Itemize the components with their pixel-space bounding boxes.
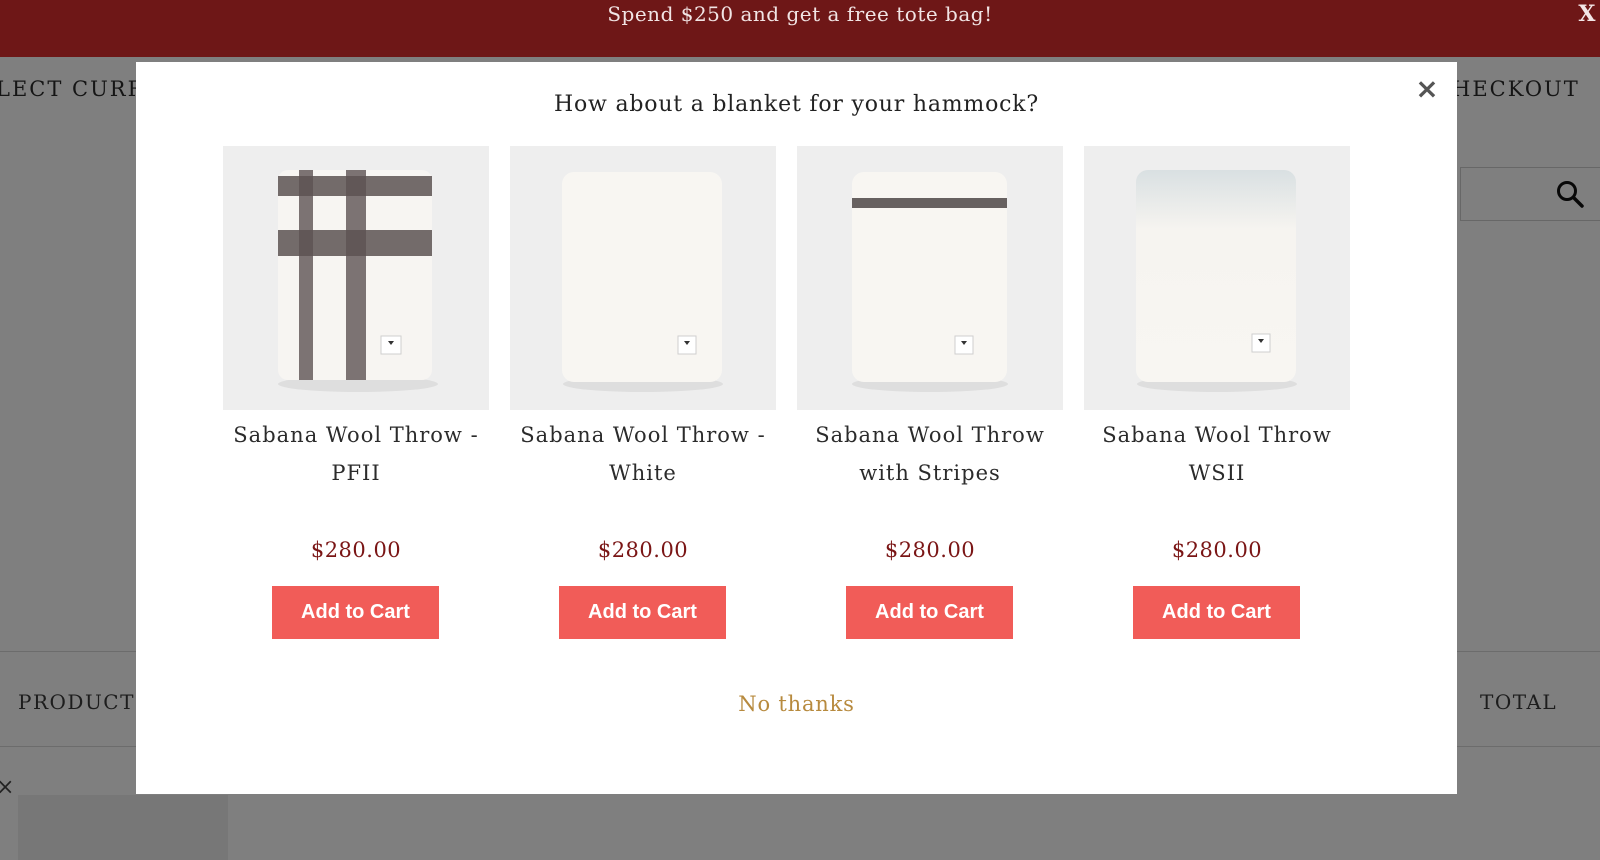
product-card: Sabana Wool Throw - PFII $280.00 Add to … bbox=[223, 146, 489, 646]
add-to-cart-button[interactable]: Add to Cart bbox=[559, 586, 726, 639]
plaid-blanket-icon bbox=[223, 146, 489, 410]
modal-title: How about a blanket for your hammock? bbox=[554, 92, 1039, 117]
product-price: $280.00 bbox=[310, 538, 402, 562]
product-image[interactable] bbox=[797, 146, 1063, 410]
product-name[interactable]: Sabana Wool Throw - White bbox=[500, 416, 786, 492]
add-to-cart-button[interactable]: Add to Cart bbox=[846, 586, 1013, 639]
announcement-bar: Spend $250 and get a free tote bag! X bbox=[0, 0, 1600, 57]
ombre-blanket-icon bbox=[1084, 146, 1350, 410]
product-list: Sabana Wool Throw - PFII $280.00 Add to … bbox=[136, 146, 1457, 646]
product-price: $280.00 bbox=[597, 538, 689, 562]
product-card: Sabana Wool Throw WSII $280.00 Add to Ca… bbox=[1084, 146, 1350, 646]
product-name[interactable]: Sabana Wool Throw WSII bbox=[1074, 416, 1360, 492]
striped-blanket-icon bbox=[797, 146, 1063, 410]
product-name-line1: Sabana Wool Throw bbox=[1102, 423, 1332, 447]
product-image[interactable] bbox=[223, 146, 489, 410]
announcement-close-button[interactable]: X bbox=[1578, 0, 1596, 28]
product-image[interactable] bbox=[510, 146, 776, 410]
product-name-line1: Sabana Wool Throw - bbox=[520, 423, 766, 447]
product-image[interactable] bbox=[1084, 146, 1350, 410]
no-thanks-link[interactable]: No thanks bbox=[136, 692, 1457, 716]
white-blanket-icon bbox=[510, 146, 776, 410]
product-price: $280.00 bbox=[1171, 538, 1263, 562]
product-name-line2: PFII bbox=[331, 461, 381, 485]
product-card: Sabana Wool Throw with Stripes $280.00 A… bbox=[797, 146, 1063, 646]
upsell-modal: × How about a blanket for your hammock? bbox=[136, 62, 1457, 794]
add-to-cart-button[interactable]: Add to Cart bbox=[1133, 586, 1300, 639]
product-name[interactable]: Sabana Wool Throw with Stripes bbox=[787, 416, 1073, 492]
announcement-text: Spend $250 and get a free tote bag! bbox=[607, 2, 993, 26]
add-to-cart-button[interactable]: Add to Cart bbox=[272, 586, 439, 639]
product-name-line2: White bbox=[609, 461, 677, 485]
product-name-line1: Sabana Wool Throw bbox=[815, 423, 1045, 447]
product-name-line2: with Stripes bbox=[859, 461, 1001, 485]
product-card: Sabana Wool Throw - White $280.00 Add to… bbox=[510, 146, 776, 646]
product-name-line2: WSII bbox=[1188, 461, 1246, 485]
product-name-line1: Sabana Wool Throw - bbox=[233, 423, 479, 447]
product-price: $280.00 bbox=[884, 538, 976, 562]
product-name[interactable]: Sabana Wool Throw - PFII bbox=[213, 416, 499, 492]
